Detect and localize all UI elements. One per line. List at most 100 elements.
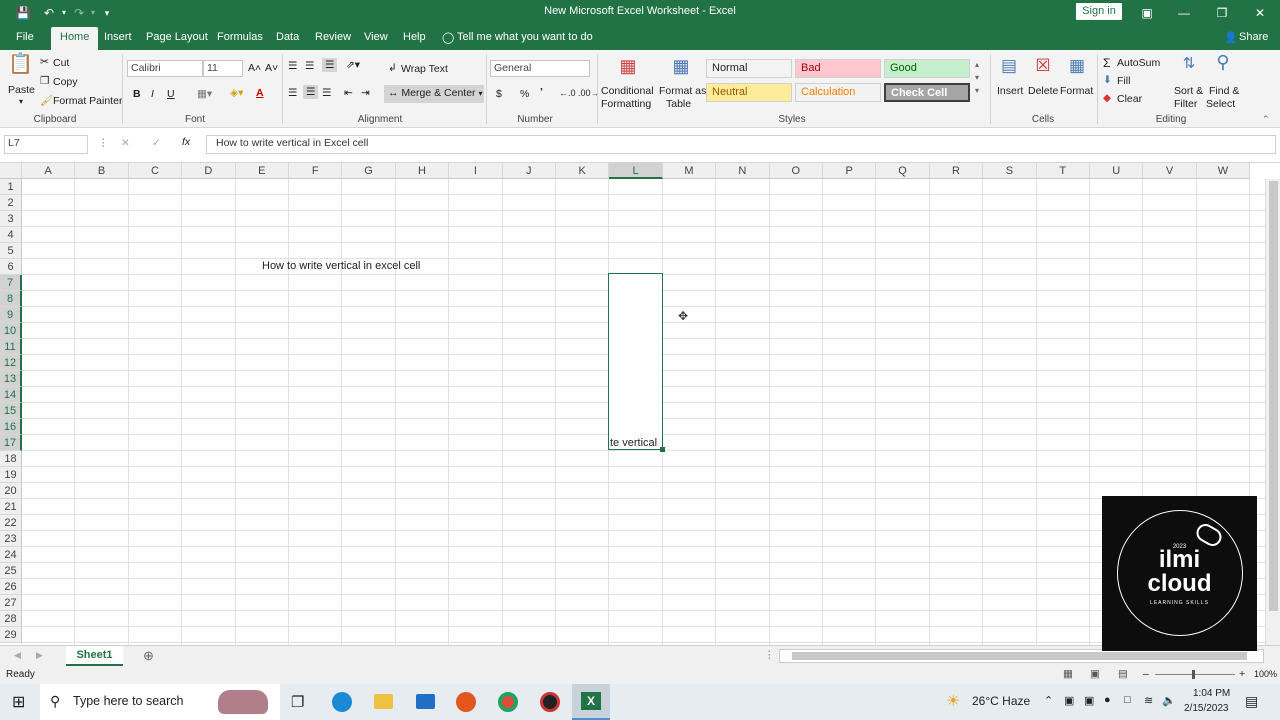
delete-cells-icon[interactable]: ☒ bbox=[1032, 57, 1054, 82]
page-layout-view-icon[interactable]: ▣ bbox=[1090, 668, 1100, 680]
tab-help[interactable]: Help bbox=[403, 31, 426, 43]
confirm-entry-icon[interactable]: ✓ bbox=[152, 137, 161, 149]
row-header-3[interactable]: 3 bbox=[0, 211, 22, 227]
find-label[interactable]: Find & bbox=[1209, 85, 1239, 97]
sort-label[interactable]: Sort & bbox=[1174, 85, 1203, 97]
font-color-icon[interactable]: A bbox=[256, 87, 264, 99]
tray-chat-icon[interactable]: □ bbox=[1124, 694, 1131, 706]
row-header-14[interactable]: 14 bbox=[0, 387, 22, 403]
column-header-p[interactable]: P bbox=[823, 163, 877, 179]
bold-button[interactable]: B bbox=[133, 88, 141, 100]
tray-camera-icon[interactable]: ▣ bbox=[1084, 694, 1094, 707]
format-cells-button[interactable]: Format bbox=[1060, 85, 1093, 97]
column-header-j[interactable]: J bbox=[502, 163, 556, 179]
align-left-icon[interactable]: ☰ bbox=[288, 87, 297, 99]
row-header-8[interactable]: 8 bbox=[0, 291, 22, 307]
row-header-17[interactable]: 17 bbox=[0, 435, 22, 451]
column-header-v[interactable]: V bbox=[1143, 163, 1197, 179]
tab-file[interactable]: File bbox=[16, 31, 34, 43]
autosum-button[interactable]: AutoSum bbox=[1117, 57, 1160, 69]
sign-in-button[interactable]: Sign in bbox=[1076, 3, 1122, 20]
column-header-t[interactable]: T bbox=[1036, 163, 1090, 179]
tray-meet-icon[interactable]: ▣ bbox=[1064, 694, 1074, 707]
collapse-ribbon-icon[interactable]: ⌃ bbox=[1262, 114, 1270, 125]
decrease-indent-icon[interactable]: ⇤ bbox=[344, 87, 353, 99]
tab-data[interactable]: Data bbox=[276, 31, 299, 43]
column-header-s[interactable]: S bbox=[983, 163, 1037, 179]
row-header-7[interactable]: 7 bbox=[0, 275, 22, 291]
chrome-icon[interactable] bbox=[498, 692, 518, 712]
weather-text[interactable]: 26°C Haze bbox=[972, 694, 1030, 708]
normal-view-icon[interactable]: ▦ bbox=[1063, 668, 1073, 680]
horizontal-scroll-thumb[interactable] bbox=[792, 652, 1247, 660]
windows-start-icon[interactable]: ⊞ bbox=[12, 692, 25, 712]
merge-center-button[interactable]: ↔ Merge & Center ▾ bbox=[384, 85, 484, 103]
row-header-9[interactable]: 9 bbox=[0, 307, 22, 323]
column-header-g[interactable]: G bbox=[342, 163, 396, 179]
share-button[interactable]: Share bbox=[1239, 31, 1268, 43]
row-header-2[interactable]: 2 bbox=[0, 195, 22, 211]
insert-function-icon[interactable]: fx bbox=[182, 136, 190, 148]
zoom-level[interactable]: 100% bbox=[1254, 669, 1277, 679]
row-header-6[interactable]: 6 bbox=[0, 259, 22, 275]
insert-cells-button[interactable]: Insert bbox=[997, 85, 1023, 97]
filter-label[interactable]: Filter bbox=[1174, 98, 1197, 110]
column-header-d[interactable]: D bbox=[182, 163, 236, 179]
file-explorer-icon[interactable] bbox=[374, 694, 393, 709]
clock-time[interactable]: 1:04 PM bbox=[1193, 688, 1230, 699]
format-cells-icon[interactable]: ▦ bbox=[1066, 57, 1088, 82]
formula-input[interactable]: How to write vertical in Excel cell bbox=[206, 135, 1276, 154]
minimize-icon[interactable]: — bbox=[1175, 4, 1193, 22]
show-hidden-icons[interactable]: ⌃ bbox=[1044, 694, 1053, 707]
worksheet-grid[interactable]: ABCDEFGHIJKLMNOPQRSTUVW 1 2 3 4 5 6 7 8 9 10 11 12 1… bbox=[0, 163, 1265, 645]
increase-indent-icon[interactable]: ⇥ bbox=[361, 87, 370, 99]
style-check-cell[interactable]: Check Cell bbox=[884, 83, 970, 102]
wifi-icon[interactable]: ≋ bbox=[1144, 694, 1153, 707]
styles-scroll-icon[interactable]: ▴ ▾ ▾ bbox=[975, 58, 979, 97]
grow-font-button[interactable]: A˄ bbox=[248, 62, 261, 74]
row-header-28[interactable]: 28 bbox=[0, 611, 22, 627]
find-select-icon[interactable]: ⚲ bbox=[1211, 53, 1235, 80]
ribbon-display-icon[interactable]: ▣ bbox=[1138, 4, 1156, 22]
notifications-icon[interactable]: ▤ bbox=[1245, 693, 1258, 710]
align-right-icon[interactable]: ☰ bbox=[322, 87, 331, 99]
percent-button[interactable]: % bbox=[520, 88, 529, 100]
comma-button[interactable]: ’ bbox=[540, 86, 543, 98]
formula-bar-options-icon[interactable]: ⋮ bbox=[98, 137, 109, 149]
name-box[interactable]: L7 bbox=[4, 135, 88, 154]
taskbar-search-box[interactable]: ⚲ Type here to search bbox=[40, 684, 280, 720]
clock-date[interactable]: 2/15/2023 bbox=[1184, 703, 1229, 714]
align-center-icon[interactable]: ☰ bbox=[303, 85, 319, 99]
column-header-a[interactable]: A bbox=[22, 163, 76, 179]
column-header-h[interactable]: H bbox=[395, 163, 450, 179]
cancel-entry-icon[interactable]: ✕ bbox=[121, 137, 130, 149]
horizontal-scrollbar[interactable] bbox=[779, 649, 1264, 663]
obs-icon[interactable] bbox=[540, 692, 560, 712]
format-as-table-icon[interactable]: ▦ bbox=[668, 57, 694, 84]
row-header-21[interactable]: 21 bbox=[0, 499, 22, 515]
sheet-tab-sheet1[interactable]: Sheet1 bbox=[66, 646, 123, 666]
row-header-16[interactable]: 16 bbox=[0, 419, 22, 435]
shrink-font-button[interactable]: A˅ bbox=[265, 62, 278, 74]
tab-view[interactable]: View bbox=[364, 31, 388, 43]
format-as-label[interactable]: Format as bbox=[659, 85, 706, 97]
scroll-sheets-right-icon[interactable]: ▶ bbox=[36, 650, 43, 661]
vertical-scroll-thumb[interactable] bbox=[1269, 181, 1278, 611]
row-header-19[interactable]: 19 bbox=[0, 467, 22, 483]
row-header-15[interactable]: 15 bbox=[0, 403, 22, 419]
formatting-label[interactable]: Formatting bbox=[601, 98, 651, 110]
font-size-box[interactable]: 11 bbox=[203, 60, 243, 77]
clear-button[interactable]: Clear bbox=[1117, 93, 1142, 105]
task-view-icon[interactable]: ❐ bbox=[291, 693, 304, 711]
bottom-align-icon[interactable]: ☰ bbox=[322, 58, 338, 72]
close-icon[interactable]: ✕ bbox=[1251, 4, 1269, 22]
vertical-scrollbar[interactable] bbox=[1265, 179, 1280, 645]
volume-icon[interactable]: 🔈 bbox=[1162, 694, 1176, 707]
column-header-q[interactable]: Q bbox=[876, 163, 930, 179]
wrap-text-button[interactable]: Wrap Text bbox=[401, 63, 448, 75]
select-all-corner[interactable] bbox=[0, 163, 22, 179]
merged-cell-l7[interactable]: te vertical bbox=[608, 273, 665, 452]
row-header-4[interactable]: 4 bbox=[0, 227, 22, 243]
column-header-l[interactable]: L bbox=[609, 163, 663, 179]
row-header-10[interactable]: 10 bbox=[0, 323, 22, 339]
